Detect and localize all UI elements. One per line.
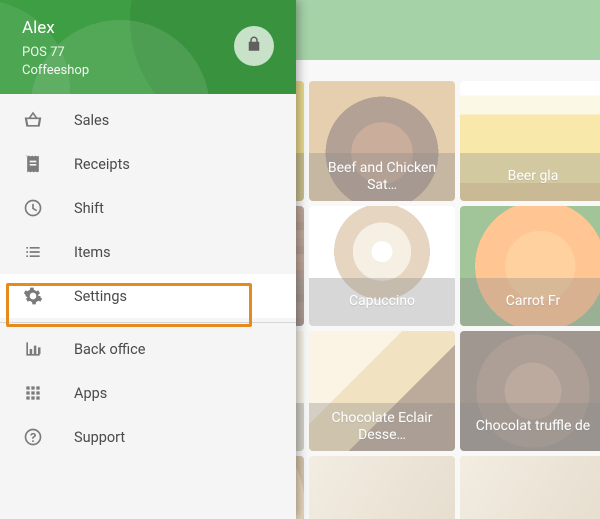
app-root: Banana Beef and Chicken Sat… Beer gla Ca… xyxy=(0,0,600,519)
nav-item-settings[interactable]: Settings xyxy=(0,274,296,318)
lock-icon xyxy=(245,35,263,57)
navigation-drawer: Alex POS 77 Coffeeshop Sales xyxy=(0,0,296,519)
nav-item-label: Receipts xyxy=(74,156,130,173)
chart-icon xyxy=(22,339,44,359)
nav-item-items[interactable]: Items xyxy=(0,230,296,274)
gear-icon xyxy=(22,286,44,306)
help-icon xyxy=(22,427,44,447)
nav-item-label: Sales xyxy=(74,112,109,129)
nav-item-shift[interactable]: Shift xyxy=(0,186,296,230)
nav-item-sales[interactable]: Sales xyxy=(0,98,296,142)
nav-item-receipts[interactable]: Receipts xyxy=(0,142,296,186)
list-icon xyxy=(22,242,44,262)
nav-item-support[interactable]: Support xyxy=(0,415,296,459)
apps-icon xyxy=(22,383,44,403)
lock-button[interactable] xyxy=(234,26,274,66)
nav-item-label: Support xyxy=(74,429,125,446)
nav-item-label: Apps xyxy=(74,385,107,402)
nav-divider xyxy=(0,322,296,323)
nav-item-label: Back office xyxy=(74,341,145,358)
nav-item-label: Shift xyxy=(74,200,104,217)
nav-item-back-office[interactable]: Back office xyxy=(0,327,296,371)
drawer-header: Alex POS 77 Coffeeshop xyxy=(0,0,296,94)
receipt-icon xyxy=(22,154,44,174)
nav-item-label: Items xyxy=(74,244,111,261)
nav-list: Sales Receipts Shift Items xyxy=(0,94,296,459)
nav-item-label: Settings xyxy=(74,288,127,305)
basket-icon xyxy=(22,110,44,130)
shop-name: Coffeeshop xyxy=(22,62,278,80)
nav-item-apps[interactable]: Apps xyxy=(0,371,296,415)
clock-icon xyxy=(22,198,44,218)
